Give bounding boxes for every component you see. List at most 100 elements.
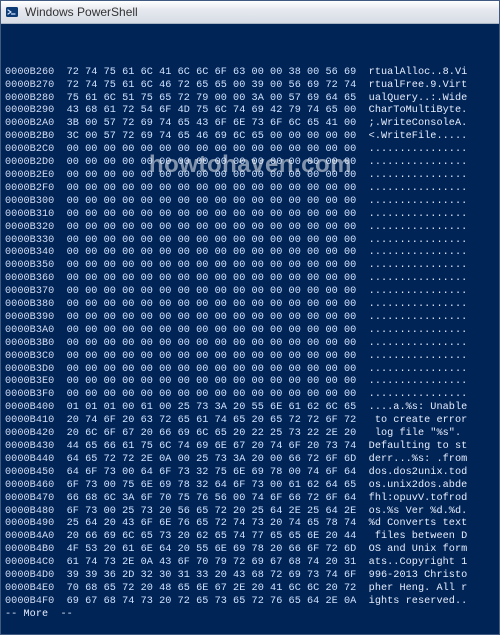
hexdump-row: 0000B2B0 3C 00 57 72 69 74 65 46 69 6C 6… <box>5 131 497 144</box>
hex-bytes: 00 00 00 00 00 00 00 00 00 00 00 00 00 0… <box>54 235 356 246</box>
hex-address: 0000B3F0 <box>5 389 54 400</box>
hex-address: 0000B490 <box>5 518 54 529</box>
hexdump-row: 0000B280 75 61 6C 51 75 65 72 79 00 00 3… <box>5 93 497 106</box>
hexdump-row: 0000B3E0 00 00 00 00 00 00 00 00 00 00 0… <box>5 376 497 389</box>
hex-bytes: 00 00 00 00 00 00 00 00 00 00 00 00 00 0… <box>54 299 356 310</box>
hex-address: 0000B3C0 <box>5 351 54 362</box>
hex-bytes: 43 68 61 72 54 6F 4D 75 6C 74 69 42 79 7… <box>54 105 356 116</box>
hex-ascii: ;.WriteConsoleA. <box>356 118 467 129</box>
hex-address: 0000B3B0 <box>5 338 54 349</box>
hex-ascii: log file "%s". <box>356 428 467 439</box>
hex-ascii: %d Converts text <box>356 518 467 529</box>
hexdump-row: 0000B2F0 00 00 00 00 00 00 00 00 00 00 0… <box>5 183 497 196</box>
hex-bytes: 00 00 00 00 00 00 00 00 00 00 00 00 00 0… <box>54 286 356 297</box>
hex-ascii: ualQuery..:.Wide <box>356 93 467 104</box>
hexdump-row: 0000B310 00 00 00 00 00 00 00 00 00 00 0… <box>5 209 497 222</box>
hex-bytes: 00 00 00 00 00 00 00 00 00 00 00 00 00 0… <box>54 364 356 375</box>
hex-ascii: 996-2013 Christo <box>356 570 467 581</box>
hex-address: 0000B4A0 <box>5 531 54 542</box>
hex-address: 0000B390 <box>5 312 54 323</box>
hex-bytes: 44 65 66 61 75 6C 74 69 6E 67 20 74 6F 2… <box>54 441 356 452</box>
hex-bytes: 00 00 00 00 00 00 00 00 00 00 00 00 00 0… <box>54 376 356 387</box>
hexdump-row: 0000B420 20 6C 6F 67 20 66 69 6C 65 20 2… <box>5 428 497 441</box>
hexdump-row: 0000B290 43 68 61 72 54 6F 4D 75 6C 74 6… <box>5 105 497 118</box>
hex-address: 0000B2B0 <box>5 131 54 142</box>
hex-address: 0000B380 <box>5 299 54 310</box>
hex-bytes: 4F 53 20 61 6E 64 20 55 6E 69 78 20 66 6… <box>54 544 356 555</box>
hexdump-row: 0000B480 6F 73 00 25 73 20 56 65 72 20 2… <box>5 506 497 519</box>
hex-ascii: ................ <box>356 376 467 387</box>
hexdump-row: 0000B340 00 00 00 00 00 00 00 00 00 00 0… <box>5 247 497 260</box>
hexdump-row: 0000B3A0 00 00 00 00 00 00 00 00 00 00 0… <box>5 325 497 338</box>
hex-bytes: 25 64 20 43 6F 6E 76 65 72 74 73 20 74 6… <box>54 518 356 529</box>
hexdump-row: 0000B2C0 00 00 00 00 00 00 00 00 00 00 0… <box>5 144 497 157</box>
hex-bytes: 00 00 00 00 00 00 00 00 00 00 00 00 00 0… <box>54 260 356 271</box>
hex-ascii: ats..Copyright 1 <box>356 557 467 568</box>
hex-ascii: pher Heng. All r <box>356 583 467 594</box>
window-title: Windows PowerShell <box>25 5 138 19</box>
hex-address: 0000B310 <box>5 209 54 220</box>
terminal-output[interactable]: howtohaven.com 0000B260 72 74 75 61 6C 4… <box>1 24 499 634</box>
hex-ascii: ................ <box>356 273 467 284</box>
hex-ascii: files between D <box>356 531 467 542</box>
hexdump-row: 0000B370 00 00 00 00 00 00 00 00 00 00 0… <box>5 286 497 299</box>
hex-ascii: os.unix2dos.abde <box>356 480 467 491</box>
hexdump-row: 0000B360 00 00 00 00 00 00 00 00 00 00 0… <box>5 273 497 286</box>
hexdump-row: 0000B300 00 00 00 00 00 00 00 00 00 00 0… <box>5 196 497 209</box>
hexdump-row: 0000B4E0 70 68 65 72 20 48 65 6E 67 2E 2… <box>5 583 497 596</box>
window-titlebar[interactable]: Windows PowerShell <box>1 1 499 24</box>
hex-address: 0000B2C0 <box>5 144 54 155</box>
hex-ascii: to create error <box>356 415 467 426</box>
hex-bytes: 6F 73 00 75 6E 69 78 32 64 6F 73 00 61 6… <box>54 480 356 491</box>
hex-bytes: 75 61 6C 51 75 65 72 79 00 00 3A 00 57 6… <box>54 93 356 104</box>
hex-ascii: os.%s Ver %d.%d. <box>356 506 467 517</box>
hex-bytes: 00 00 00 00 00 00 00 00 00 00 00 00 00 0… <box>54 351 356 362</box>
hex-bytes: 00 00 00 00 00 00 00 00 00 00 00 00 00 0… <box>54 209 356 220</box>
hexdump-row: 0000B490 25 64 20 43 6F 6E 76 65 72 74 7… <box>5 518 497 531</box>
hexdump-row: 0000B390 00 00 00 00 00 00 00 00 00 00 0… <box>5 312 497 325</box>
hex-bytes: 00 00 00 00 00 00 00 00 00 00 00 00 00 0… <box>54 312 356 323</box>
hexdump-row: 0000B440 64 65 72 72 2E 0A 00 25 73 3A 2… <box>5 454 497 467</box>
hexdump-row: 0000B380 00 00 00 00 00 00 00 00 00 00 0… <box>5 299 497 312</box>
more-prompt[interactable]: -- More -- <box>5 609 497 622</box>
hex-ascii: CharToMultiByte. <box>356 105 467 116</box>
hex-address: 0000B350 <box>5 260 54 271</box>
hex-bytes: 6F 73 00 25 73 20 56 65 72 20 25 64 2E 2… <box>54 506 356 517</box>
hex-address: 0000B4E0 <box>5 583 54 594</box>
hexdump-row: 0000B4C0 61 74 73 2E 0A 43 6F 70 79 72 6… <box>5 557 497 570</box>
hexdump-row: 0000B3C0 00 00 00 00 00 00 00 00 00 00 0… <box>5 351 497 364</box>
hexdump-row: 0000B3D0 00 00 00 00 00 00 00 00 00 00 0… <box>5 364 497 377</box>
hexdump-row: 0000B4F0 69 67 68 74 73 20 72 65 73 65 7… <box>5 596 497 609</box>
hex-ascii: ................ <box>356 338 467 349</box>
hex-ascii: <.WriteFile..... <box>356 131 467 142</box>
hex-ascii: ................ <box>356 170 467 181</box>
hex-ascii: ................ <box>356 183 467 194</box>
hexdump-row: 0000B430 44 65 66 61 75 6C 74 69 6E 67 2… <box>5 441 497 454</box>
hexdump-row: 0000B450 64 6F 73 00 64 6F 73 32 75 6E 6… <box>5 467 497 480</box>
hex-address: 0000B340 <box>5 247 54 258</box>
hex-ascii: OS and Unix form <box>356 544 467 555</box>
hex-bytes: 00 00 00 00 00 00 00 00 00 00 00 00 00 0… <box>54 325 356 336</box>
hex-address: 0000B280 <box>5 93 54 104</box>
hexdump-row: 0000B4D0 39 39 36 2D 32 30 31 33 20 43 6… <box>5 570 497 583</box>
hex-ascii: ................ <box>356 222 467 233</box>
hex-address: 0000B420 <box>5 428 54 439</box>
hex-ascii: ................ <box>356 389 467 400</box>
hex-ascii: derr...%s: .from <box>356 454 467 465</box>
hex-address: 0000B480 <box>5 506 54 517</box>
hex-address: 0000B410 <box>5 415 54 426</box>
hex-address: 0000B270 <box>5 80 54 91</box>
hexdump-row: 0000B400 01 01 01 00 61 00 25 73 3A 20 5… <box>5 402 497 415</box>
hex-address: 0000B320 <box>5 222 54 233</box>
hexdump-row: 0000B320 00 00 00 00 00 00 00 00 00 00 0… <box>5 222 497 235</box>
hex-bytes: 20 6C 6F 67 20 66 69 6C 65 20 22 25 73 2… <box>54 428 356 439</box>
hex-address: 0000B4F0 <box>5 596 54 607</box>
hex-ascii: ................ <box>356 157 467 168</box>
hex-bytes: 00 00 00 00 00 00 00 00 00 00 00 00 00 0… <box>54 338 356 349</box>
hex-bytes: 00 00 00 00 00 00 00 00 00 00 00 00 00 0… <box>54 183 356 194</box>
hex-bytes: 00 00 00 00 00 00 00 00 00 00 00 00 00 0… <box>54 170 356 181</box>
hex-ascii: ................ <box>356 312 467 323</box>
hex-ascii: ................ <box>356 196 467 207</box>
hex-address: 0000B300 <box>5 196 54 207</box>
hex-ascii: ................ <box>356 209 467 220</box>
